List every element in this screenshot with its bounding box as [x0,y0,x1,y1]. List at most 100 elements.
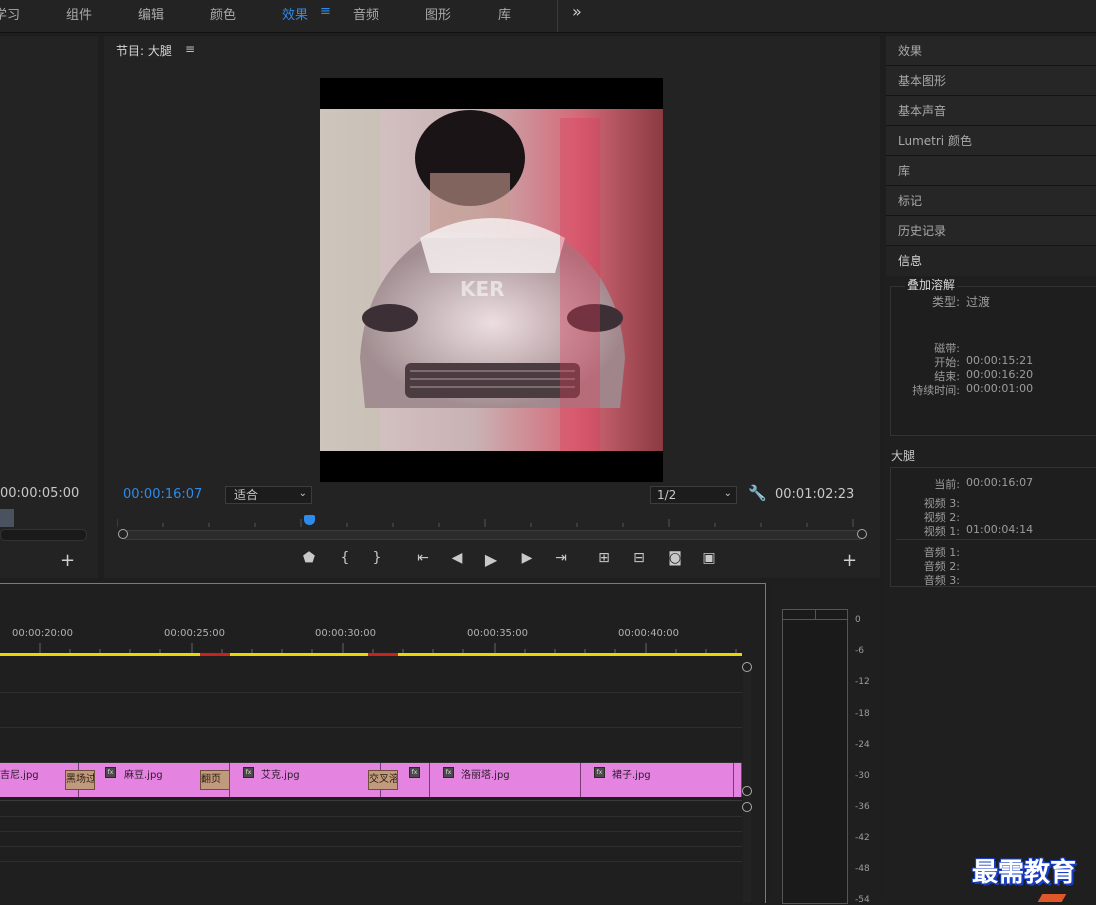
meter-label: 0 [855,615,861,625]
track-divider [0,800,742,801]
info-divider [896,539,1096,540]
source-timecode[interactable]: 00:00:05:00 [0,486,79,501]
chevron-down-icon: ⌄ [723,488,732,499]
info-current-val: 00:00:16:07 [966,476,1034,489]
preview-image: KER [320,109,663,451]
panel-lumetri-color-label: Lumetri 颜色 [898,134,972,148]
ruler-label: 00:00:20:00 [12,628,74,639]
go-to-out-icon[interactable]: ⇥ [552,550,570,566]
panel-history-label: 历史记录 [898,224,947,238]
panel-history[interactable]: 历史记录 [886,216,1096,246]
meter-label: -54 [855,895,870,905]
audio-meter-bars [782,609,848,904]
info-end-val: 00:00:16:20 [966,368,1034,381]
fx-badge-icon: fx [243,767,254,778]
clip-video[interactable] [734,763,742,797]
panel-markers[interactable]: 标记 [886,186,1096,216]
source-playhead[interactable] [0,509,14,527]
meter-label: -12 [855,677,870,687]
ruler-label: 00:00:40:00 [618,628,680,639]
tab-editing[interactable]: 编辑 [138,4,164,23]
ruler-label: 00:00:35:00 [467,628,529,639]
monitor-time-ruler[interactable] [116,515,857,527]
tab-color[interactable]: 颜色 [210,4,236,23]
step-forward-icon[interactable]: ▶ [518,550,536,566]
tab-audio[interactable]: 音频 [353,4,379,23]
meter-label: -36 [855,802,870,812]
meter-label: -18 [855,709,870,719]
monitor-playhead[interactable] [304,515,315,525]
source-scrollbar[interactable] [0,529,87,541]
track-divider [0,816,742,817]
export-frame-icon[interactable]: ◙ [666,550,684,566]
panel-effects[interactable]: 效果 [886,36,1096,66]
panel-info[interactable]: 信息 [886,246,1096,276]
info-audio3-key: 音频 3: [923,574,960,587]
resolution-select[interactable]: 1/2 ⌄ [650,486,737,504]
monitor-zoom-scrollbar[interactable] [122,530,864,540]
zoom-select-value: 适合 [234,488,259,502]
transition-page-turn[interactable]: 翻页 [200,770,230,790]
more-workspaces-icon[interactable]: » [572,2,582,21]
panel-menu-icon[interactable]: ≡ [185,42,195,56]
panel-essential-sound[interactable]: 基本声音 [886,96,1096,126]
playhead-timecode[interactable]: 00:00:16:07 [123,487,202,502]
tab-effects-menu-icon[interactable]: ≡ [320,4,331,19]
clip-name: 吉尼.jpg [0,770,39,781]
panel-libraries[interactable]: 库 [886,156,1096,186]
scroll-handle-right[interactable] [857,529,867,539]
track-divider [0,831,742,832]
info-video1-key: 视频 1: [923,525,960,538]
monitor-ruler-ticks [116,519,854,527]
wrench-icon[interactable]: 🔧 [748,484,767,502]
play-icon[interactable]: ▶ [482,550,500,569]
extract-icon[interactable]: ⊟ [630,550,648,566]
scroll-handle-bottom[interactable] [742,786,752,796]
tab-assembly[interactable]: 组件 [66,4,92,23]
program-video-frame: KER [320,78,663,482]
tab-graphics[interactable]: 图形 [425,4,451,23]
resolution-select-value: 1/2 [657,488,677,502]
info-duration-val: 00:00:01:00 [966,382,1034,395]
meter-label: -24 [855,740,870,750]
mark-in-icon[interactable]: { [336,550,354,566]
go-to-in-icon[interactable]: ⇤ [414,550,432,566]
preview-overlay-text: KER [460,277,505,301]
scroll-handle-left[interactable] [118,529,128,539]
tab-effects[interactable]: 效果 [282,4,308,23]
add-marker-icon[interactable]: ⬟ [300,550,318,566]
fx-badge-icon: fx [443,767,454,778]
panel-effects-label: 效果 [898,44,923,58]
ruler-label: 00:00:25:00 [164,628,226,639]
source-add-button[interactable]: + [60,550,75,571]
program-monitor-title[interactable]: 节目: 大腿 [116,42,172,59]
tab-learn[interactable]: 学习 [0,4,20,23]
track-divider [0,692,742,693]
timeline-ruler-ticks[interactable] [0,642,742,653]
monitor-add-button[interactable]: + [842,550,857,571]
panel-lumetri-color[interactable]: Lumetri 颜色 [886,126,1096,156]
scroll-handle-top[interactable] [742,802,752,812]
panel-essential-graphics[interactable]: 基本图形 [886,66,1096,96]
lift-icon[interactable]: ⊞ [595,550,613,566]
transition-dip-to-black[interactable]: 黑场过 [65,770,95,790]
fx-badge-icon: fx [409,767,420,778]
timeline-ruler-tick-marks [39,643,737,653]
scroll-handle-top[interactable] [742,662,752,672]
transition-cross-dissolve[interactable]: 交叉溶 [368,770,398,790]
sequence-duration: 00:01:02:23 [775,487,855,502]
fx-badge-icon: fx [105,767,116,778]
clip-name: 麻豆.jpg [124,770,163,781]
mark-out-icon[interactable]: } [368,550,386,566]
meter-channel-divider [815,610,816,620]
step-back-icon[interactable]: ◀ [448,550,466,566]
info-duration-key: 持续时间: [912,384,960,397]
info-type-key: 类型: [931,295,960,309]
tab-libraries[interactable]: 库 [498,4,511,23]
comparison-view-icon[interactable]: ▣ [700,550,718,566]
info-sequence-name: 大腿 [891,449,916,463]
render-bar-red [200,653,230,656]
timeline-vertical-scrollbar[interactable] [743,666,751,902]
track-divider [0,846,742,847]
zoom-select[interactable]: 适合 ⌄ [225,486,312,504]
